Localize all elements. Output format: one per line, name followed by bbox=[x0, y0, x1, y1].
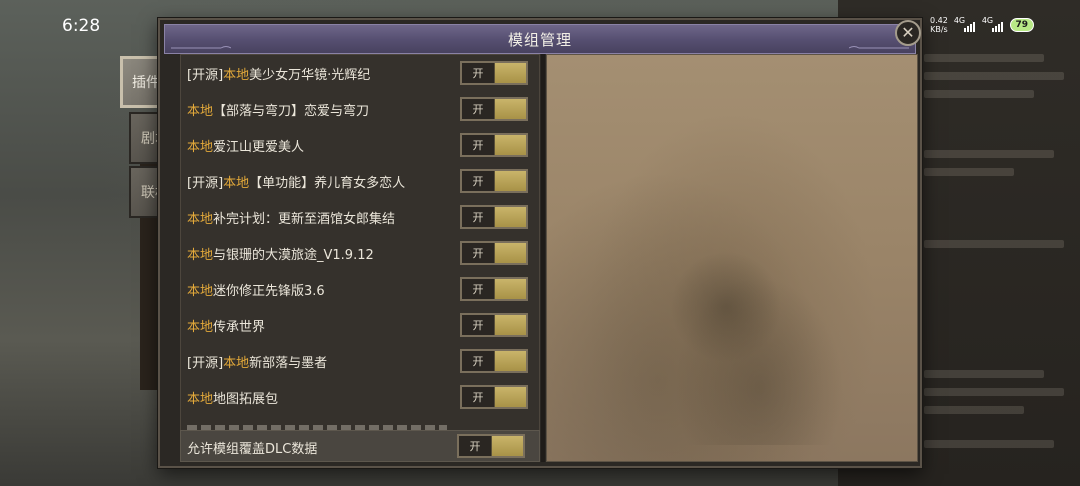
list-item: [开源]本地美少女万华镜·光辉纪 开 bbox=[181, 55, 539, 91]
list-item: 本地迷你修正先锋版3.6 开 bbox=[181, 271, 539, 307]
mod-toggle[interactable]: 开 bbox=[460, 133, 528, 157]
signal-icon-2: 4G bbox=[982, 16, 1004, 32]
mod-toggle[interactable]: 开 bbox=[460, 205, 528, 229]
list-item: 本地【部落与弯刀】恋爱与弯刀 开 bbox=[181, 91, 539, 127]
toggle-knob bbox=[494, 99, 526, 119]
list-item: 本地与银珊的大漠旅途_V1.9.12 开 bbox=[181, 235, 539, 271]
toggle-knob bbox=[494, 243, 526, 263]
dlc-override-label: 允许模组覆盖DLC数据 bbox=[187, 442, 318, 457]
status-time: 6:28 bbox=[62, 16, 101, 36]
mod-toggle[interactable]: 开 bbox=[460, 385, 528, 409]
preview-artwork bbox=[627, 215, 847, 445]
dlc-override-option: 允许模组覆盖DLC数据 开 bbox=[180, 430, 540, 462]
mod-preview-panel bbox=[546, 54, 918, 462]
title-bar: 模组管理 bbox=[164, 24, 916, 54]
toggle-knob bbox=[494, 135, 526, 155]
net-speed: 0.42 KB/s bbox=[930, 16, 948, 34]
dlc-override-toggle[interactable]: 开 bbox=[457, 434, 525, 458]
mod-toggle[interactable]: 开 bbox=[460, 349, 528, 373]
window-title: 模组管理 bbox=[507, 30, 572, 49]
toggle-knob bbox=[494, 63, 526, 83]
list-item: 本地补完计划：更新至酒馆女郎集结 开 bbox=[181, 199, 539, 235]
panel-divider bbox=[541, 54, 545, 462]
toggle-knob bbox=[494, 171, 526, 191]
ornament-icon bbox=[171, 46, 231, 49]
mod-toggle[interactable]: 开 bbox=[460, 277, 528, 301]
status-icons: 0.42 KB/s 4G 4G 79 bbox=[930, 14, 1034, 36]
mod-toggle[interactable]: 开 bbox=[460, 169, 528, 193]
toggle-knob bbox=[494, 387, 526, 407]
toggle-knob bbox=[494, 279, 526, 299]
close-button[interactable]: ✕ bbox=[895, 20, 921, 46]
list-item: 本地地图拓展包 开 bbox=[181, 379, 539, 415]
list-item: 本地爱江山更爱美人 开 bbox=[181, 127, 539, 163]
list-item: [开源]本地【单功能】养儿育女多恋人 开 bbox=[181, 163, 539, 199]
toggle-knob bbox=[494, 351, 526, 371]
battery-icon: 79 bbox=[1009, 18, 1034, 32]
close-icon: ✕ bbox=[901, 23, 915, 42]
mod-toggle[interactable]: 开 bbox=[460, 61, 528, 85]
list-item: 本地传承世界 开 bbox=[181, 307, 539, 343]
mod-toggle[interactable]: 开 bbox=[460, 241, 528, 265]
mod-toggle[interactable]: 开 bbox=[460, 313, 528, 337]
toggle-knob bbox=[491, 436, 523, 456]
mod-toggle[interactable]: 开 bbox=[460, 97, 528, 121]
toggle-knob bbox=[494, 315, 526, 335]
toggle-knob bbox=[494, 207, 526, 227]
mod-list[interactable]: [开源]本地美少女万华镜·光辉纪 开 本地【部落与弯刀】恋爱与弯刀 开 本地爱江… bbox=[180, 54, 540, 432]
list-item: [开源]本地新部落与墨者 开 bbox=[181, 343, 539, 379]
signal-icon: 4G bbox=[954, 16, 976, 32]
ornament-icon bbox=[849, 46, 909, 49]
